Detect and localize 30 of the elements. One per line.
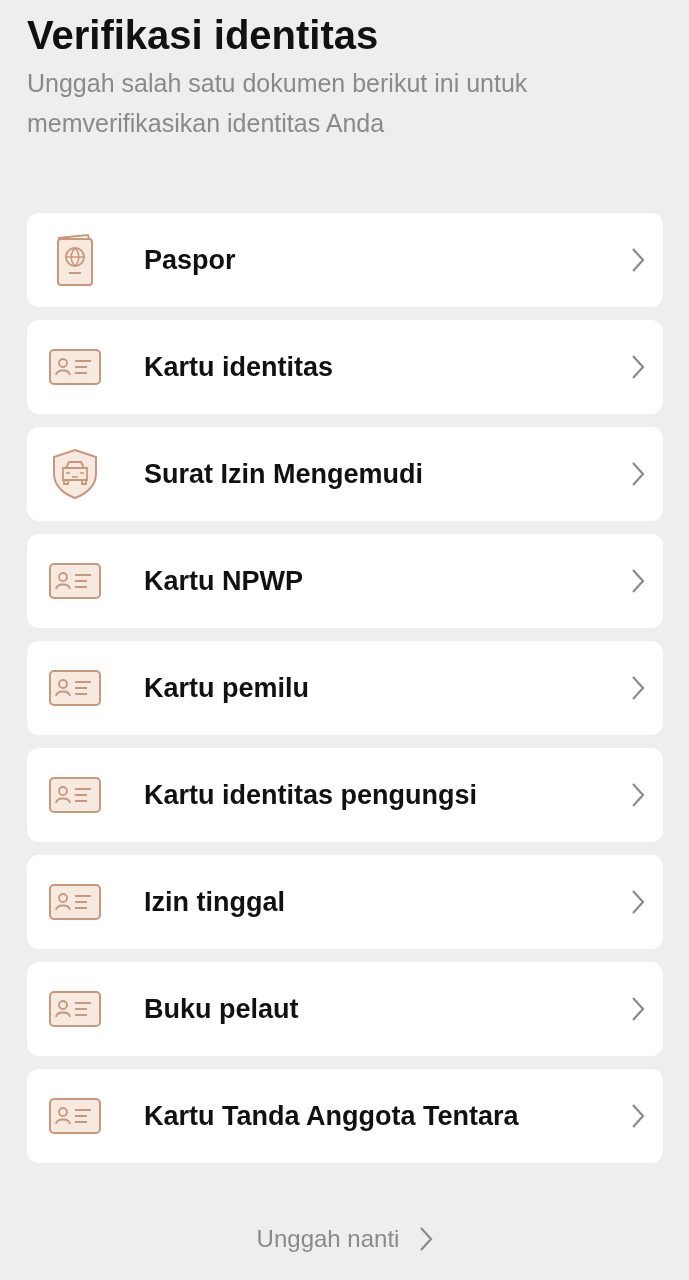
document-option[interactable]: Surat Izin Mengemudi — [27, 427, 663, 521]
document-option[interactable]: Kartu identitas pengungsi — [27, 748, 663, 842]
chevron-icon — [631, 889, 645, 915]
chevron-icon — [631, 354, 645, 380]
chevron-icon — [631, 461, 645, 487]
chevron-icon — [419, 1226, 434, 1252]
id-card-icon — [49, 884, 101, 920]
document-option[interactable]: Kartu Tanda Anggota Tentara — [27, 1069, 663, 1163]
document-option[interactable]: Buku pelaut — [27, 962, 663, 1056]
chevron-icon — [631, 247, 645, 273]
chevron-icon — [631, 996, 645, 1022]
id-card-icon — [49, 670, 101, 706]
chevron-icon — [631, 1103, 645, 1129]
document-option[interactable]: Izin tinggal — [27, 855, 663, 949]
document-option[interactable]: Kartu NPWP — [27, 534, 663, 628]
shield-car-icon — [52, 448, 98, 500]
chevron-icon — [631, 675, 645, 701]
id-card-icon — [49, 991, 101, 1027]
document-option[interactable]: Kartu pemilu — [27, 641, 663, 735]
chevron-icon — [631, 568, 645, 594]
id-card-icon — [49, 1098, 101, 1134]
id-card-icon — [49, 349, 101, 385]
chevron-icon — [631, 782, 645, 808]
id-card-icon — [49, 563, 101, 599]
document-option[interactable]: Paspor — [27, 213, 663, 307]
id-card-icon — [49, 777, 101, 813]
document-option[interactable]: Kartu identitas — [27, 320, 663, 414]
page-subtitle: Unggah salah satu dokumen berikut ini untuk memverifikasikan identitas Anda — [27, 68, 529, 139]
page-title: Verifikasi identitas — [27, 12, 380, 59]
passport-icon — [55, 233, 95, 287]
